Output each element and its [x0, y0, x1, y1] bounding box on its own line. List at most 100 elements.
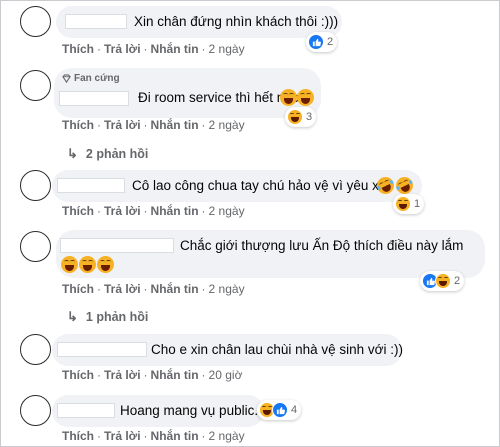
comment-actions: Thích · Trả lời · Nhắn tin · 2 ngày — [62, 42, 245, 56]
comment-actions: Thích · Trả lời · Nhắn tin · 2 ngày — [62, 118, 245, 132]
avatar[interactable] — [20, 395, 51, 426]
like-link[interactable]: Thích — [62, 42, 94, 56]
comment-actions: Thích · Trả lời · Nhắn tin · 2 ngày — [62, 204, 245, 218]
avatar[interactable] — [20, 6, 51, 37]
comment-bubble: Cho e xin chân lau chùi nhà vệ sinh với … — [52, 334, 403, 366]
separator: · — [201, 118, 206, 132]
separator: · — [143, 368, 148, 382]
message-link[interactable]: Nhắn tin — [151, 42, 199, 56]
separator: · — [97, 429, 101, 443]
reaction-summary[interactable]: 2 — [306, 32, 338, 52]
separator: · — [97, 42, 101, 56]
comments-panel: Xin chân đứng nhìn khách thôi :))) 2 Thí… — [0, 0, 500, 447]
avatar[interactable] — [20, 334, 51, 365]
haha-icon — [435, 273, 451, 289]
message-link[interactable]: Nhắn tin — [151, 282, 199, 296]
comment-actions: Thích · Trả lời · Nhắn tin · 2 ngày — [62, 429, 245, 443]
like-icon — [272, 402, 288, 418]
separator: · — [201, 429, 206, 443]
timestamp[interactable]: 2 ngày — [209, 42, 245, 56]
reaction-summary[interactable]: 2 — [420, 271, 465, 291]
diamond-icon — [62, 74, 71, 83]
redacted-author-name[interactable] — [59, 91, 129, 106]
comment-text: Cho e xin chân lau chùi nhà vệ sinh với … — [151, 342, 403, 357]
like-link[interactable]: Thích — [62, 429, 94, 443]
comment-bubble: Xin chân đứng nhìn khách thôi :))) — [56, 6, 342, 38]
like-link[interactable]: Thích — [62, 118, 94, 132]
comment-actions: Thích · Trả lời · Nhắn tin · 2 ngày — [62, 282, 245, 296]
reaction-summary[interactable]: 1 — [393, 194, 425, 214]
reply-link[interactable]: Trả lời — [104, 282, 141, 296]
separator: · — [201, 204, 206, 218]
avatar[interactable] — [20, 70, 51, 101]
separator: · — [143, 429, 148, 443]
haha-icon — [395, 196, 411, 212]
view-replies-link[interactable]: ↳ 1 phản hồi — [67, 309, 148, 325]
avatar[interactable] — [20, 170, 51, 201]
separator: · — [143, 282, 148, 296]
comment-text: Cô lao công chua tay chú hảo vệ vì yêu x… — [132, 178, 387, 193]
timestamp[interactable]: 2 ngày — [209, 282, 245, 296]
haha-icon — [287, 109, 303, 125]
comment-actions: Thích · Trả lời · Nhắn tin · 20 giờ — [62, 368, 242, 382]
comment-bubble: Fan cứng Đi room service thì hết nấc — [54, 68, 321, 118]
reply-link[interactable]: Trả lời — [104, 204, 141, 218]
redacted-author-name[interactable] — [57, 403, 115, 418]
comment-bubble: Chắc giới thượng lưu Ấn Độ thích điều nà… — [56, 230, 485, 278]
like-link[interactable]: Thích — [62, 282, 94, 296]
comment-text: Hoang mang vụ public. — [120, 403, 259, 418]
separator: · — [97, 282, 101, 296]
reaction-count: 2 — [327, 36, 334, 48]
message-link[interactable]: Nhắn tin — [151, 118, 199, 132]
comment-text: Xin chân đứng nhìn khách thôi :))) — [134, 14, 339, 29]
redacted-author-name[interactable] — [57, 342, 147, 357]
reaction-summary[interactable]: 4 — [257, 400, 302, 420]
timestamp[interactable]: 2 ngày — [209, 429, 245, 443]
timestamp[interactable]: 2 ngày — [209, 118, 245, 132]
reaction-summary[interactable]: 3 — [285, 107, 317, 127]
message-link[interactable]: Nhắn tin — [151, 368, 199, 382]
reaction-count: 2 — [454, 275, 461, 287]
grinning-emoji — [61, 256, 78, 273]
fan-badge-label: Fan cứng — [74, 73, 120, 84]
timestamp[interactable]: 20 giờ — [209, 368, 243, 382]
replies-count: 2 phản hồi — [85, 147, 149, 161]
separator: · — [97, 204, 101, 218]
separator: · — [201, 282, 206, 296]
separator: · — [97, 368, 101, 382]
message-link[interactable]: Nhắn tin — [151, 429, 199, 443]
redacted-author-name[interactable] — [57, 178, 125, 193]
comment-text: Đi room service thì hết nấc — [138, 90, 299, 105]
reply-link[interactable]: Trả lời — [104, 368, 141, 382]
comment-bubble: Cô lao công chua tay chú hảo vệ vì yêu x… — [52, 170, 422, 202]
like-link[interactable]: Thích — [62, 204, 94, 218]
reply-link[interactable]: Trả lời — [104, 118, 141, 132]
reaction-count: 3 — [306, 111, 313, 123]
redacted-author-name[interactable] — [65, 14, 127, 29]
reaction-count: 1 — [414, 198, 421, 210]
haha-emoji — [280, 89, 297, 106]
reply-arrow-icon: ↳ — [67, 309, 78, 324]
like-link[interactable]: Thích — [62, 368, 94, 382]
redacted-author-name[interactable] — [60, 238, 174, 253]
reply-link[interactable]: Trả lời — [104, 429, 141, 443]
haha-emoji — [297, 89, 314, 106]
avatar[interactable] — [20, 231, 51, 262]
separator: · — [143, 42, 148, 56]
reaction-count: 4 — [291, 404, 298, 416]
message-link[interactable]: Nhắn tin — [151, 204, 199, 218]
replies-count: 1 phản hồi — [85, 310, 149, 324]
like-icon — [308, 34, 324, 50]
reply-link[interactable]: Trả lời — [104, 42, 141, 56]
comment-bubble: Hoang mang vụ public. — [52, 395, 264, 427]
fan-badge[interactable]: Fan cứng — [62, 73, 120, 84]
timestamp[interactable]: 2 ngày — [209, 204, 245, 218]
grinning-emoji — [79, 256, 96, 273]
separator: · — [201, 368, 206, 382]
separator: · — [201, 42, 206, 56]
view-replies-link[interactable]: ↳ 2 phản hồi — [67, 146, 148, 162]
separator: · — [143, 204, 148, 218]
separator: · — [143, 118, 148, 132]
comment-text: Chắc giới thượng lưu Ấn Độ thích điều nà… — [180, 238, 464, 253]
separator: · — [97, 118, 101, 132]
